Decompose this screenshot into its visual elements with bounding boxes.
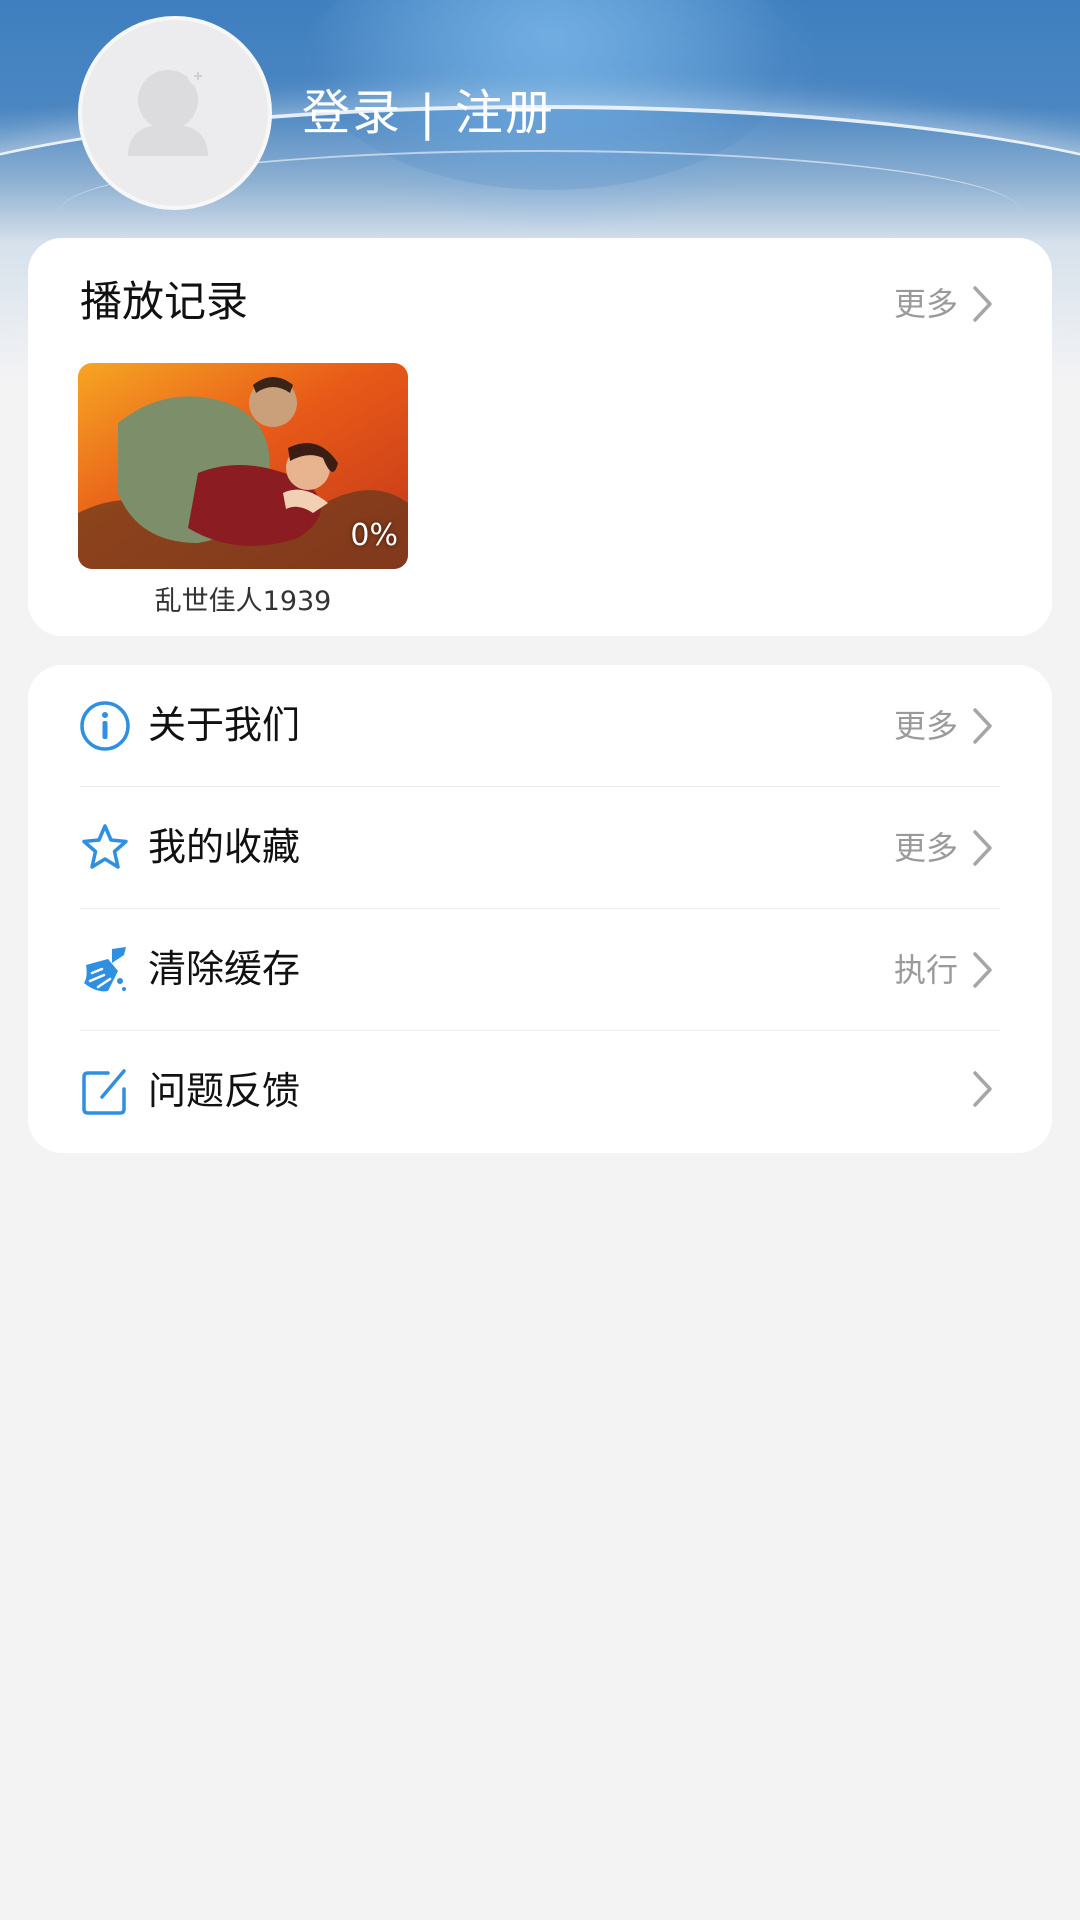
play-history-card: 播放记录 更多 0% 乱世佳人1939 <box>28 238 1052 636</box>
menu-card: 关于我们 更多 我的收藏 更多 清除缓存 执行 问题反馈 <box>28 665 1052 1153</box>
menu-item-clear-cache[interactable]: 清除缓存 执行 <box>28 909 1052 1031</box>
login-register-link[interactable]: 登录 | 注册 <box>302 80 555 146</box>
chevron-right-icon <box>973 1071 992 1107</box>
more-label: 更多 <box>893 829 958 867</box>
menu-item-label: 关于我们 <box>148 703 301 747</box>
watch-progress-label: 0% <box>350 518 398 553</box>
menu-item-more <box>958 1070 994 1108</box>
menu-item-about-us[interactable]: 关于我们 更多 <box>28 665 1052 787</box>
menu-item-feedback[interactable]: 问题反馈 <box>28 1031 1052 1153</box>
default-user-icon <box>128 66 208 156</box>
chevron-right-icon <box>973 830 992 866</box>
play-history-title: 播放记录 <box>80 277 249 326</box>
menu-item-more: 更多 <box>894 704 994 748</box>
more-label: 更多 <box>893 707 958 745</box>
history-item-thumbnail[interactable]: 0% <box>78 363 408 569</box>
edit-icon <box>82 1069 126 1115</box>
menu-item-more: 更多 <box>894 826 994 870</box>
menu-item-label: 问题反馈 <box>148 1069 301 1113</box>
info-icon <box>80 701 130 751</box>
more-label: 更多 <box>893 285 958 323</box>
chevron-right-icon <box>973 708 992 744</box>
play-history-more-button[interactable]: 更多 <box>894 282 994 326</box>
chevron-right-icon <box>973 952 992 988</box>
star-icon <box>82 824 128 869</box>
menu-item-favorites[interactable]: 我的收藏 更多 <box>28 787 1052 909</box>
avatar[interactable] <box>78 16 272 210</box>
menu-item-label: 我的收藏 <box>148 825 301 869</box>
broom-icon <box>84 947 126 992</box>
chevron-right-icon <box>973 286 992 322</box>
history-item-title[interactable]: 乱世佳人1939 <box>78 584 408 620</box>
menu-item-label: 清除缓存 <box>148 947 301 991</box>
execute-label: 执行 <box>893 951 958 989</box>
menu-item-execute: 执行 <box>894 948 994 992</box>
